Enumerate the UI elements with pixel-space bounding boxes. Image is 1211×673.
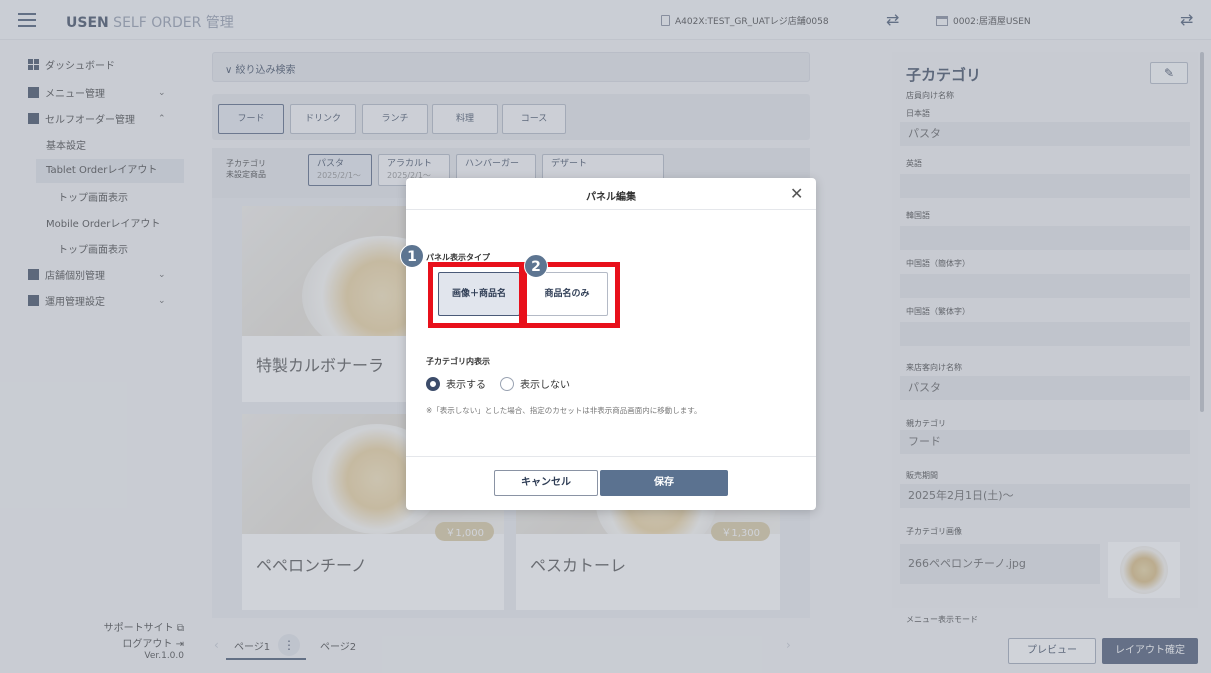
dialog-title: パネル編集 <box>586 192 636 203</box>
cancel-button[interactable]: キャンセル <box>494 470 598 496</box>
radio-show[interactable] <box>426 376 440 391</box>
dialog-header: パネル編集 ✕ <box>406 178 816 210</box>
radio-show-label: 表示する <box>446 380 486 391</box>
step-badge-1: 1 <box>400 244 424 268</box>
subcategory-display-radio-group: 表示する 表示しない <box>426 376 570 391</box>
subcategory-display-label: 子カテゴリ内表示 <box>426 357 490 366</box>
radio-hide[interactable] <box>500 376 514 391</box>
step-badge-2: 2 <box>524 254 548 278</box>
panel-edit-dialog: パネル編集 ✕ パネル表示タイプ 画像＋商品名 商品名のみ 1 2 子カテゴリ内… <box>400 178 816 510</box>
save-button[interactable]: 保存 <box>600 470 728 496</box>
dialog-divider <box>406 456 816 457</box>
radio-hide-label: 表示しない <box>520 380 570 391</box>
highlight-box-1 <box>428 262 524 328</box>
close-icon[interactable]: ✕ <box>790 184 803 203</box>
hide-note: ※「表示しない」とした場合、指定のカセットは非表示商品画面内に移動します。 <box>426 406 702 415</box>
